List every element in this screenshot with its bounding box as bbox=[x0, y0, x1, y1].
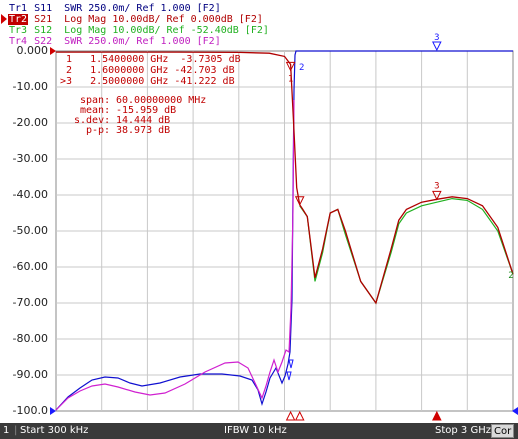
start-frequency[interactable]: Start 300 kHz bbox=[20, 423, 88, 439]
marker-3-tag: 3 bbox=[434, 181, 439, 191]
ref-level-icon bbox=[50, 47, 56, 55]
stimulus-marker-3-icon bbox=[432, 410, 442, 421]
channel-number[interactable]: 1 bbox=[3, 423, 9, 439]
ifbw-setting[interactable]: IFBW 10 kHz bbox=[224, 423, 287, 439]
status-bar: 1 | Start 300 kHz IFBW 10 kHz Stop 3 GHz… bbox=[0, 423, 518, 439]
marker-readout-3: >3 2.5000000 GHz -41.222 dB bbox=[60, 76, 235, 87]
top-marker-3-tag: 3 bbox=[434, 33, 439, 43]
marker-readout-1: 1 1.5400000 GHz -3.7305 dB bbox=[60, 54, 241, 65]
vna-screen: Tr1 S11 SWR 250.0m/ Ref 1.000 [F2] Tr2 S2… bbox=[0, 0, 518, 439]
top-marker-3-icon bbox=[432, 41, 442, 52]
marker-1-tag: 1 bbox=[288, 74, 293, 84]
stimulus-marker-2-icon bbox=[294, 410, 305, 421]
correction-button[interactable]: Cor bbox=[491, 424, 515, 438]
ref-level-icon bbox=[50, 407, 56, 415]
stat-label: p-p: bbox=[86, 125, 111, 136]
right-marker-tag: 2 bbox=[508, 271, 513, 281]
stimulus-marker-1-icon bbox=[285, 410, 296, 421]
marker-readout-2: 2 1.6000000 GHz -42.703 dB bbox=[60, 65, 235, 76]
stop-frequency[interactable]: Stop 3 GHz bbox=[435, 423, 491, 439]
status-divider: | bbox=[14, 425, 18, 436]
stat-value: 38.973 dB bbox=[116, 125, 171, 136]
marker-2-tag: 2 bbox=[299, 63, 304, 73]
